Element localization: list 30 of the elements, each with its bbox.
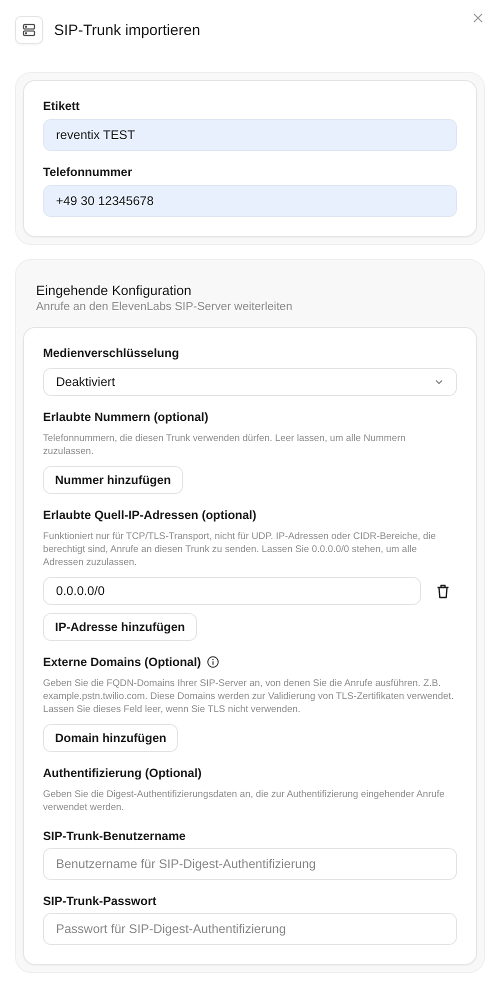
field-label: Medienverschlüsselung	[43, 346, 180, 360]
field-label: SIP-Trunk-Passwort	[43, 894, 158, 908]
input-field[interactable]: Benutzername für SIP-Digest-Authentifizierung	[43, 848, 457, 880]
add-button[interactable]: Nummer hinzufügen	[43, 466, 183, 494]
field-label: Externe Domains (Optional)	[43, 655, 202, 669]
help-text: Telefonnummern, die diesen Trunk verwenden dürfen. Leer lassen, um alle Nummern zuzulassen.	[43, 432, 407, 458]
field-label: Etikett	[43, 99, 81, 113]
server-icon	[15, 16, 43, 44]
field-label: SIP-Trunk-Benutzername	[43, 829, 187, 843]
field-label: Authentifizierung (Optional)	[43, 766, 202, 780]
dialog-title: SIP-Trunk importieren	[54, 22, 200, 38]
add-button[interactable]: IP-Adresse hinzufügen	[43, 613, 198, 641]
field-label: Telefonnummer	[43, 165, 134, 179]
input-field[interactable]: 0.0.0.0/0	[43, 577, 421, 605]
help-text: Funktioniert nur für TCP/TLS-Transport, nicht für UDP. IP-Adressen oder CIDR-Bereiche, die berechtigt sind, Anrufe an diesen Trunk zu senden. Lassen Sie 0.0.0.0/0 stehen, um alle Adressen zuzulassen.	[43, 530, 437, 569]
info-icon[interactable]	[207, 656, 220, 668]
input-field[interactable]: reventix TEST	[43, 119, 457, 151]
close-icon	[473, 13, 483, 23]
section-title: Eingehende Konfiguration	[36, 283, 192, 298]
field-label: Erlaubte Quell-IP-Adressen (optional)	[43, 508, 256, 522]
field-label: Erlaubte Nummern (optional)	[43, 410, 208, 424]
chevron-down-icon	[434, 377, 444, 387]
help-text: Geben Sie die FQDN-Domains Ihrer SIP-Server an, von denen Sie die Anrufe ausführen. Z.B. example.pstn.twilio.com. Diese Domains werden zur Validierung von TLS-Zertifikaten verwendet. Lassen Sie dieses Feld leer, wenn Sie TLS nicht verwenden.	[43, 677, 455, 716]
add-button[interactable]: Domain hinzufügen	[43, 724, 178, 752]
trash-icon	[436, 584, 450, 598]
input-field[interactable]: Passwort für SIP-Digest-Authentifizierung	[43, 913, 457, 945]
section-subtitle: Anrufe an den ElevenLabs SIP-Server weiterleiten	[36, 301, 294, 313]
select-field[interactable]: Deaktiviert	[43, 368, 457, 396]
input-field[interactable]: +49 30 12345678	[43, 185, 457, 217]
help-text: Geben Sie die Digest-Authentifizierungsdaten an, die zur Authentifizierung eingehender Anrufe verwendet werden.	[43, 788, 446, 814]
